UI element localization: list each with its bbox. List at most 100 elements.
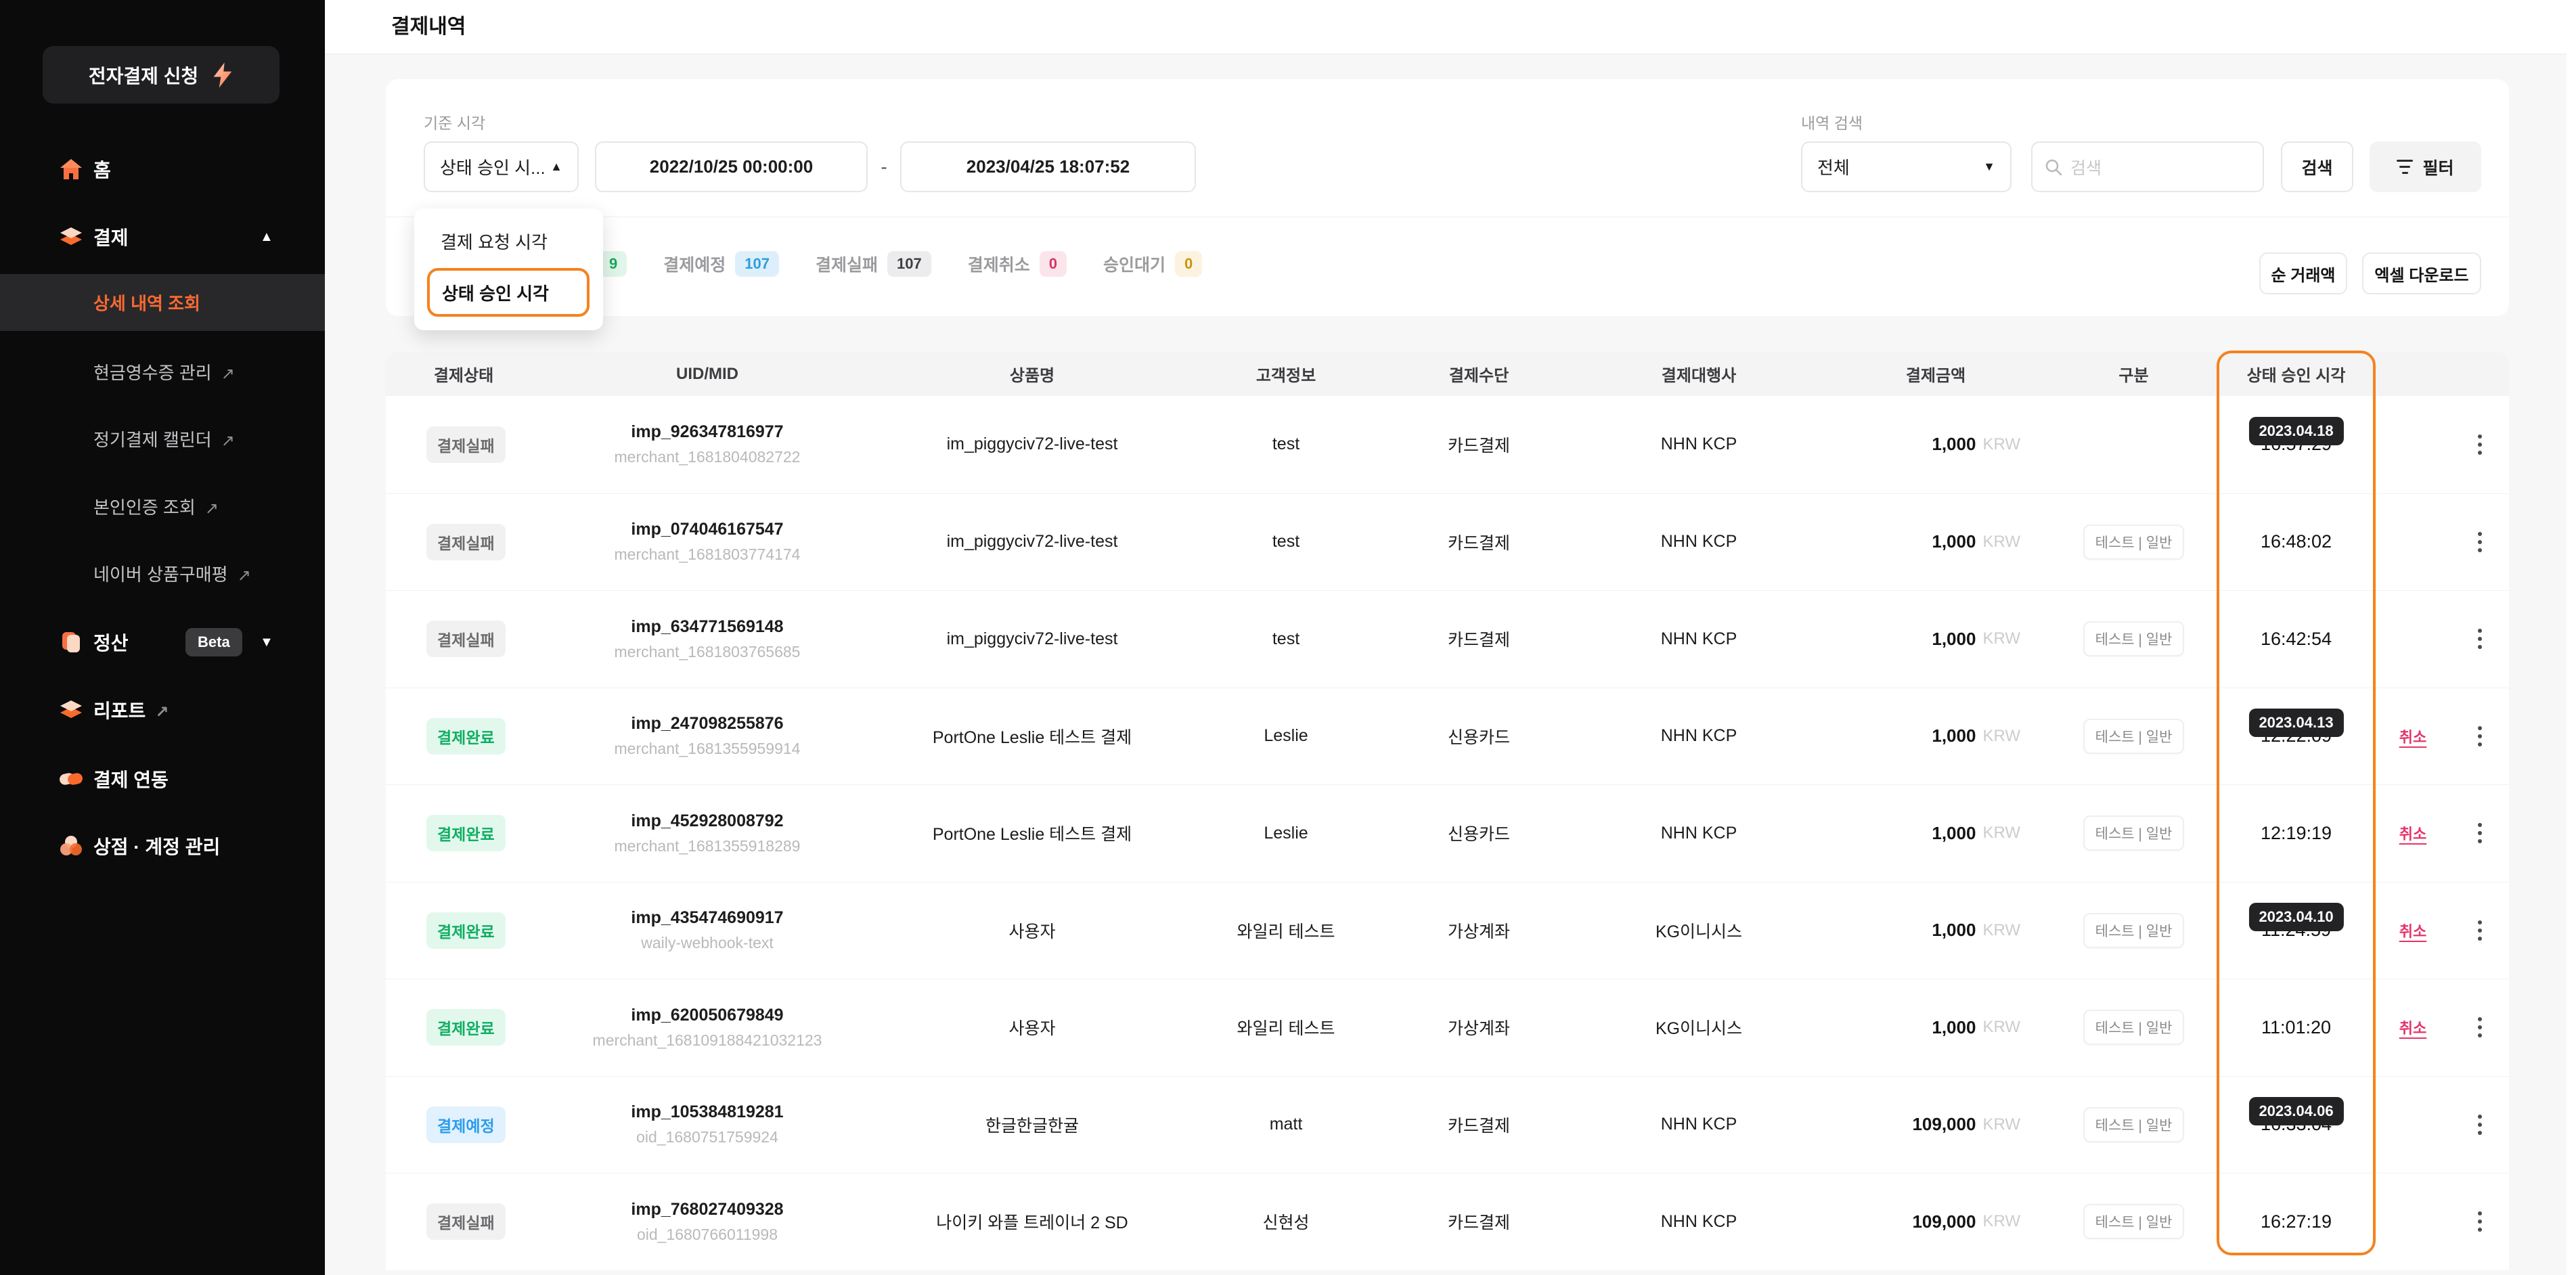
pg-provider: NHN KCP: [1577, 629, 1821, 649]
filter-icon: [2397, 160, 2413, 174]
pg-provider: NHN KCP: [1577, 824, 1821, 843]
sidebar-item-home[interactable]: 홈: [0, 135, 325, 203]
base-time-label: 기준 시각: [424, 110, 485, 133]
date-badge: 2023.04.10: [2248, 903, 2343, 931]
status-tabs: 9결제예정107결제실패107결제취소0승인대기0: [600, 233, 1202, 294]
sidebar-item-recurring-calendar[interactable]: 정기결제 캘린더↗: [0, 418, 325, 459]
status-badge: 결제실패: [426, 1203, 506, 1240]
table-row[interactable]: 결제예정 imp_105384819281 oid_1680751759924 …: [386, 1076, 2509, 1173]
product-name: 한글한글한귤: [873, 1113, 1191, 1137]
amount-value: 1,000: [1932, 434, 1976, 455]
search-input[interactable]: 검색: [2031, 141, 2264, 192]
cancel-link[interactable]: 취소: [2399, 1016, 2426, 1038]
status-tab[interactable]: 9: [600, 251, 627, 277]
type-badge: 테스트 | 일반: [2083, 1107, 2185, 1142]
chevron-up-icon: ▲: [550, 160, 562, 174]
kebab-menu-icon[interactable]: [2472, 1206, 2487, 1237]
table-row[interactable]: 결제완료 imp_620050679849 merchant_168109188…: [386, 979, 2509, 1076]
table-body: 결제실패 imp_926347816977 merchant_168180408…: [386, 396, 2509, 1270]
kebab-menu-icon[interactable]: [2472, 1109, 2487, 1140]
amount-value: 1,000: [1932, 920, 1976, 941]
status-badge: 결제완료: [426, 1009, 506, 1046]
sidebar-item-settlement[interactable]: 정산 Beta ▼: [0, 608, 325, 676]
product-name: im_piggyciv72-live-test: [873, 434, 1191, 454]
payment-uid: imp_452928008792: [631, 811, 783, 831]
cancel-link[interactable]: 취소: [2399, 725, 2426, 747]
status-tab[interactable]: 결제실패107: [816, 251, 931, 277]
time-type-select[interactable]: 상태 승인 시... ▲: [424, 141, 579, 192]
status-tab[interactable]: 결제예정107: [663, 251, 779, 277]
tab-count-badge: 107: [735, 251, 779, 277]
customer-info: test: [1191, 532, 1381, 552]
payment-method: 카드결제: [1381, 432, 1577, 457]
filter-button[interactable]: 필터: [2370, 141, 2481, 192]
table-row[interactable]: 결제완료 imp_435474690917 waily-webhook-text…: [386, 882, 2509, 979]
currency-label: KRW: [1982, 1018, 2020, 1037]
net-amount-button[interactable]: 순 거래액: [2259, 252, 2347, 294]
status-badge: 결제예정: [426, 1106, 506, 1143]
payment-method: 카드결제: [1381, 1113, 1577, 1137]
chevron-up-icon[interactable]: ▲: [260, 229, 273, 245]
kebab-menu-icon[interactable]: [2472, 623, 2487, 654]
table-row[interactable]: 결제실패 imp_634771569148 merchant_168180376…: [386, 590, 2509, 688]
col-header-pg: 결제대행사: [1577, 362, 1821, 386]
sidebar-item-integration[interactable]: 결제 연동: [0, 745, 325, 813]
table-row[interactable]: 결제완료 imp_247098255876 merchant_168135595…: [386, 688, 2509, 785]
table-row[interactable]: 결제실패 imp_926347816977 merchant_168180408…: [386, 396, 2509, 493]
chevron-down-icon[interactable]: ▼: [260, 635, 273, 650]
kebab-menu-icon[interactable]: [2472, 721, 2487, 752]
layers-icon: [59, 225, 83, 249]
customer-info: test: [1191, 629, 1381, 649]
sidebar-item-report[interactable]: 리포트↗: [0, 676, 325, 744]
excel-download-button[interactable]: 엑셀 다운로드: [2362, 252, 2481, 294]
kebab-menu-icon[interactable]: [2472, 1012, 2487, 1043]
payment-method: 신용카드: [1381, 724, 1577, 748]
scrollbar[interactable]: [2567, 0, 2576, 1275]
amount-value: 109,000: [1912, 1114, 1976, 1135]
col-header-status: 결제상태: [386, 362, 541, 386]
page-title: 결제내역: [391, 0, 466, 54]
sidebar-item-detail-history[interactable]: 상세 내역 조회: [0, 274, 325, 331]
tab-count-badge: 9: [600, 251, 627, 277]
dropdown-option-request-time[interactable]: 결제 요청 시각: [441, 229, 548, 254]
e-payment-apply-button[interactable]: 전자결제 신청: [43, 46, 280, 104]
sidebar-item-store-account[interactable]: 상점 · 계정 관리: [0, 812, 325, 880]
product-name: PortOne Leslie 테스트 결제: [873, 821, 1191, 845]
status-badge: 결제실패: [426, 621, 506, 657]
sidebar-item-label: 정산: [93, 629, 129, 656]
table-row[interactable]: 결제실패 imp_074046167547 merchant_168180377…: [386, 493, 2509, 591]
chevron-down-icon: ▼: [1983, 160, 1995, 174]
date-from-input[interactable]: 2022/10/25 00:00:00: [595, 141, 868, 192]
sidebar-item-naver-review[interactable]: 네이버 상품구매평↗: [0, 553, 325, 594]
cancel-link[interactable]: 취소: [2399, 822, 2426, 844]
amount-value: 1,000: [1932, 629, 1976, 650]
amount-value: 1,000: [1932, 725, 1976, 746]
status-tab[interactable]: 결제취소0: [968, 251, 1067, 277]
kebab-menu-icon[interactable]: [2472, 429, 2487, 460]
table-row[interactable]: 결제완료 imp_452928008792 merchant_168135591…: [386, 784, 2509, 882]
kebab-menu-icon[interactable]: [2472, 818, 2487, 849]
merchant-uid: merchant_1681803765685: [615, 643, 801, 661]
tab-label: 결제실패: [816, 252, 878, 276]
currency-label: KRW: [1982, 629, 2020, 648]
sidebar-item-payments[interactable]: 결제 ▲: [0, 203, 325, 271]
status-badge: 결제실패: [426, 426, 506, 463]
search-button[interactable]: 검색: [2281, 141, 2353, 192]
table-row[interactable]: 결제실패 imp_768027409328 oid_1680766011998 …: [386, 1173, 2509, 1270]
status-tab[interactable]: 승인대기 0: [1103, 251, 1202, 277]
merchant-uid: merchant_168109188421032123: [593, 1031, 822, 1050]
cancel-link[interactable]: 취소: [2399, 920, 2426, 941]
dropdown-option-approval-time[interactable]: 상태 승인 시각: [427, 268, 590, 317]
date-to-input[interactable]: 2023/04/25 18:07:52: [900, 141, 1196, 192]
sidebar-item-cash-receipt[interactable]: 현금영수증 관리↗: [0, 351, 325, 392]
search-placeholder: 검색: [2070, 155, 2102, 179]
payment-uid: imp_768027409328: [631, 1200, 783, 1220]
kebab-menu-icon[interactable]: [2472, 527, 2487, 558]
tab-count-badge: 0: [1175, 251, 1202, 277]
payment-method: 가상계좌: [1381, 1015, 1577, 1039]
search-category-select[interactable]: 전체 ▼: [1801, 141, 2012, 192]
sidebar-item-identity-verification[interactable]: 본인인증 조회↗: [0, 486, 325, 527]
approval-time: 11:01:20: [2261, 1017, 2331, 1038]
tab-label: 승인대기: [1103, 252, 1165, 276]
kebab-menu-icon[interactable]: [2472, 915, 2487, 946]
